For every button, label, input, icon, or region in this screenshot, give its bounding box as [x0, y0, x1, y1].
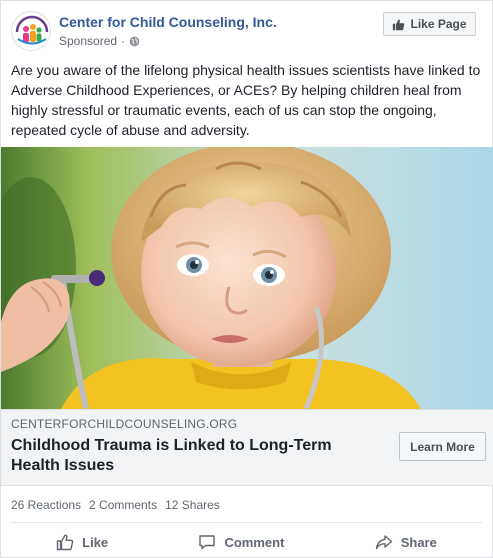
- shares-count[interactable]: 12 Shares: [165, 498, 220, 512]
- comment-label: Comment: [224, 534, 285, 550]
- thumbs-up-icon: [393, 19, 405, 30]
- like-page-label: Like Page: [410, 17, 467, 31]
- separator-dot: ·: [121, 34, 126, 48]
- share-button[interactable]: Share: [361, 533, 451, 551]
- comment-bubble-icon: [199, 535, 216, 550]
- sponsored-label: Sponsored ·: [59, 34, 140, 48]
- learn-more-button[interactable]: Learn More: [399, 432, 486, 461]
- like-page-button[interactable]: Like Page: [383, 12, 476, 36]
- child-counseling-logo-icon: [13, 13, 50, 50]
- share-arrow-icon: [375, 535, 392, 550]
- link-headline[interactable]: Childhood Trauma is Linked to Long-Term …: [11, 436, 371, 476]
- child-with-stethoscope-illustration: [1, 147, 493, 409]
- action-bar: Like Comment Share: [11, 528, 482, 556]
- divider: [11, 522, 482, 523]
- sponsored-post: Center for Child Counseling, Inc. Sponso…: [0, 0, 493, 558]
- post-text: Are you aware of the lifelong physical h…: [11, 62, 481, 138]
- thumbs-up-outline-icon: [56, 534, 74, 551]
- page-name-link[interactable]: Center for Child Counseling, Inc.: [59, 14, 277, 30]
- page-avatar[interactable]: [11, 11, 51, 51]
- link-preview[interactable]: CENTERFORCHILDCOUNSELING.ORG Childhood T…: [1, 409, 493, 486]
- like-button[interactable]: Like: [42, 533, 122, 551]
- ad-image[interactable]: [1, 147, 493, 409]
- reactions-count[interactable]: 26 Reactions: [11, 498, 81, 512]
- globe-icon[interactable]: [129, 36, 140, 47]
- like-label: Like: [82, 534, 109, 550]
- comments-count[interactable]: 2 Comments: [89, 498, 157, 512]
- post-stats: 26 Reactions 2 Comments 12 Shares: [11, 498, 220, 512]
- link-domain: CENTERFORCHILDCOUNSELING.ORG: [11, 417, 238, 431]
- sponsored-text[interactable]: Sponsored: [59, 34, 117, 48]
- share-label: Share: [400, 534, 437, 550]
- comment-button[interactable]: Comment: [184, 533, 298, 551]
